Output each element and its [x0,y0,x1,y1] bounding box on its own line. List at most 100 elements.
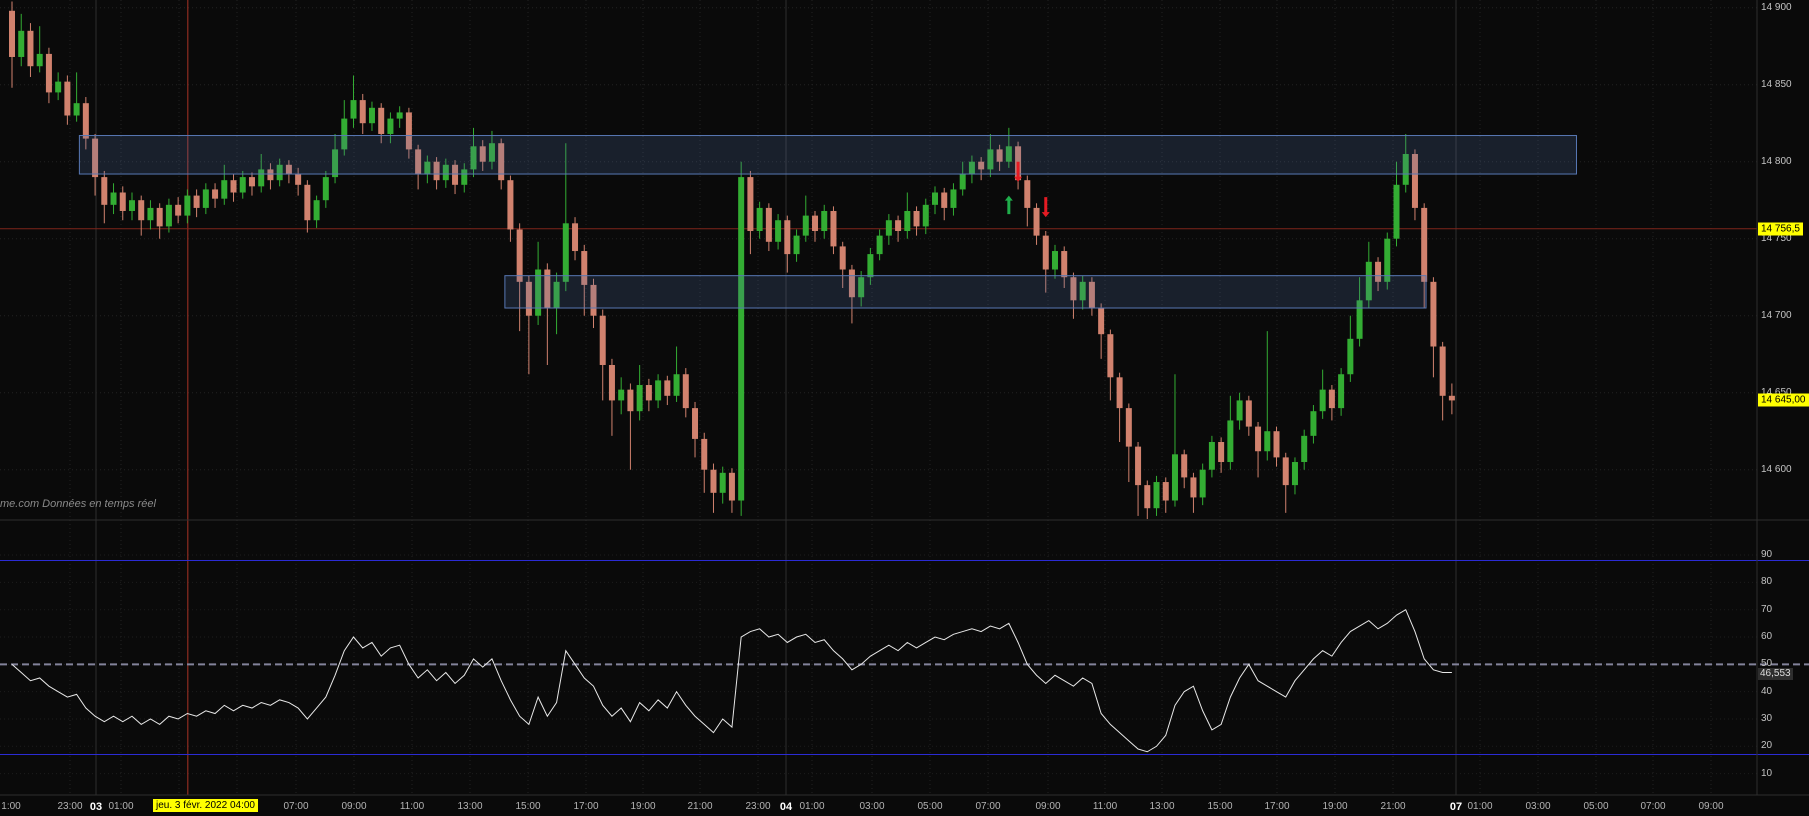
candle-body [1125,408,1132,447]
oscillator-axis-label: 10 [1761,767,1773,779]
candle-body [1024,180,1031,208]
candle-body [165,204,172,227]
candle-body [608,364,615,401]
candle-body [895,220,902,232]
candle-body [1098,308,1105,335]
time-tick-label: 07 [1449,801,1463,813]
candle-body [867,254,874,278]
candle-body [184,195,191,216]
candle-body [701,438,708,470]
crosshair-price-label: 14 756,5 [1758,222,1803,236]
time-tick-label: 01:00 [1467,801,1493,812]
candle-body [765,207,772,242]
candle-body [1135,446,1142,486]
candle-body [756,207,763,232]
candle-body [36,53,43,67]
candle-body [812,215,819,232]
candle-body [876,235,883,255]
candle-body [738,177,745,501]
time-tick-label: 21:00 [687,801,713,812]
candle-body [1190,477,1197,498]
supply-demand-zone[interactable] [78,135,1577,175]
watermark: me.com Données en temps réel [0,498,156,510]
candle-body [295,174,302,185]
chart-canvas[interactable] [0,0,1809,816]
candle-body [747,177,754,232]
price-axis-label: 14 850 [1761,78,1792,90]
candle-body [156,207,163,227]
candle-body [627,389,634,412]
supply-demand-zone[interactable] [504,275,1427,309]
candle-body [1291,462,1298,486]
candle-body [1430,281,1437,347]
time-tick-label: 09:00 [1698,801,1724,812]
oscillator-value-label: 46,553 [1758,667,1793,680]
candle-body [728,472,735,501]
candle-body [885,220,892,236]
candle-body [1421,207,1428,282]
rsi-line [11,608,1452,753]
candle-body [101,177,108,205]
crosshair-date-label: jeu. 3 févr. 2022 04:00 [153,799,258,812]
oscillator-axis-label: 40 [1761,685,1773,697]
candle-body [55,81,62,93]
price-axis-label: 14 600 [1761,463,1792,475]
time-tick-label: 17:00 [573,801,599,812]
candle-body [128,200,135,211]
time-tick-label: 21:00 [1380,801,1406,812]
candles-layer [9,1,1455,519]
candle-body [175,204,182,216]
candle-body [1448,395,1455,401]
candle-body [368,107,375,124]
candle-body [18,30,25,57]
time-tick-label: 05:00 [1583,801,1609,812]
sell-arrow-icon [1041,197,1050,218]
candle-body [682,374,689,409]
candle-body [618,389,625,401]
candle-body [221,180,228,199]
time-tick-label: 01:00 [108,801,134,812]
candle-body [1255,426,1262,452]
candle-body [1171,454,1178,501]
candle-body [396,112,403,119]
oscillator-axis-label: 80 [1761,576,1773,588]
candle-body [1208,441,1215,470]
candle-body [82,103,89,139]
oscillator-layer [11,608,1452,753]
candle-body [599,315,606,365]
candle-body [821,210,828,232]
candle-body [673,374,680,396]
time-tick-label: 15:00 [1207,801,1233,812]
candle-body [932,192,938,205]
candle-body [350,100,357,119]
candle-body [1338,374,1345,409]
time-tick-label: 09:00 [1035,801,1061,812]
candle-body [941,192,948,208]
candle-body [507,180,514,230]
candle-body [1319,389,1326,412]
candle-body [230,180,237,193]
candle-body [64,81,71,116]
last-price-label: 14 645,00 [1758,393,1809,407]
oscillator-axis-label: 20 [1761,740,1773,752]
candle-body [387,118,394,134]
candle-body [1162,482,1169,501]
candle-body [378,107,385,134]
candle-body [830,210,837,247]
candle-body [1061,251,1068,278]
time-tick-label: 07:00 [283,801,309,812]
time-tick-label: 11:00 [1092,801,1118,812]
candle-body [1116,377,1123,409]
candle-body [1033,207,1040,236]
time-tick-label: 13:00 [1149,801,1175,812]
time-tick-label: 1:00 [1,801,21,812]
candle-body [1393,184,1400,239]
candle-body [1181,454,1188,478]
time-tick-label: 05:00 [917,801,943,812]
candle-body [950,189,957,208]
candle-body [562,223,569,282]
time-tick-label: 07:00 [1640,801,1666,812]
time-tick-label: 03:00 [1525,801,1551,812]
buy-arrow-icon [1004,195,1013,215]
candle-body [959,174,966,190]
